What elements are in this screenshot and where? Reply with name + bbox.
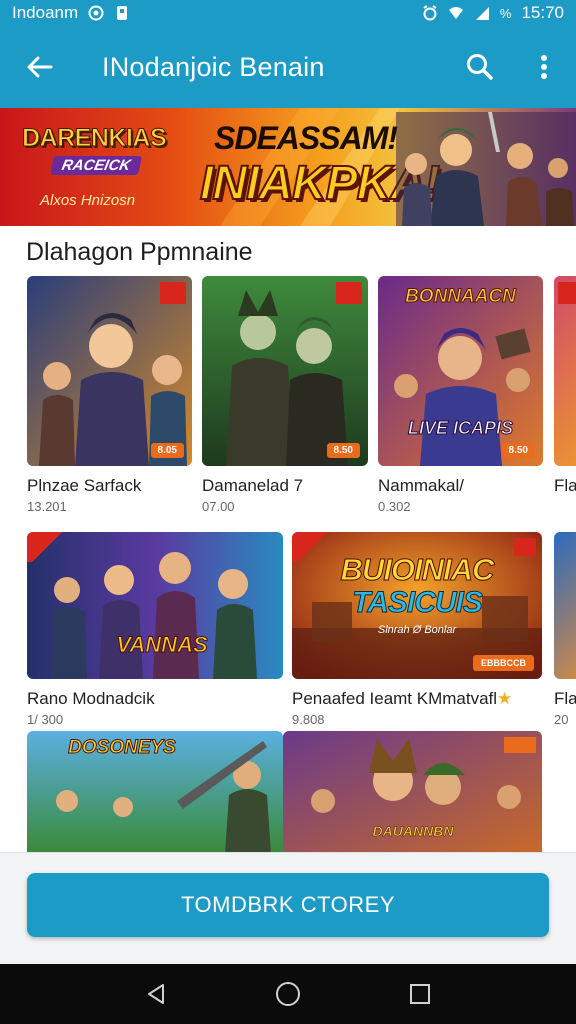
price-badge: EBBBCCB xyxy=(473,655,534,671)
nav-recents-button[interactable] xyxy=(400,974,440,1014)
nav-back-button[interactable] xyxy=(136,974,176,1014)
clock-label: 15:70 xyxy=(521,3,564,22)
game-title: Fla xyxy=(554,476,576,495)
price-badge: 8.50 xyxy=(501,443,535,458)
game-card[interactable]: 8.05 Plnzae Sarfack 13.201 xyxy=(27,276,192,514)
card-overlay-title: VANNAS xyxy=(116,632,208,658)
card-overlay-subtitle: LIVE ICAPIS xyxy=(407,418,514,439)
nav-back-icon xyxy=(148,984,164,1004)
banner-logo-subtitle: RACEICK xyxy=(49,156,143,175)
game-thumbnail: 8.05 xyxy=(27,276,192,466)
game-card[interactable]: DAUANNBN xyxy=(283,731,542,853)
price-badge: 8.05 xyxy=(150,443,184,458)
carrier-label: Indoanm xyxy=(12,3,79,22)
game-title: Fla xyxy=(554,689,576,708)
battery-percent-label: % xyxy=(499,5,512,21)
banner-logo: DARENKIAS RACEICK xyxy=(21,122,182,184)
game-thumbnail xyxy=(554,276,576,466)
game-meta: 0.302 xyxy=(378,499,411,514)
signal-icon xyxy=(475,7,489,20)
clipboard-icon xyxy=(117,6,128,20)
nav-recents-icon xyxy=(410,984,430,1004)
card-overlay-title: BUIOINIAC xyxy=(340,552,495,588)
star-icon: ★ xyxy=(497,689,513,708)
game-thumbnail: DAUANNBN xyxy=(283,731,542,853)
nav-home-icon xyxy=(276,982,300,1006)
back-button[interactable] xyxy=(0,26,80,108)
card-overlay-subtitle: TASICUIS xyxy=(352,586,484,620)
game-art xyxy=(27,276,192,466)
game-meta: 13.201 xyxy=(27,499,67,514)
game-card[interactable]: 8.50 Damanelad 7 07.00 xyxy=(202,276,368,514)
card-overlay-title: BONNAACN xyxy=(405,286,517,308)
sale-ribbon xyxy=(336,282,362,304)
sale-ribbon xyxy=(160,282,186,304)
game-card[interactable]: BUIOINIAC TASICUIS Slnrah Ø Bonlar EBBBC… xyxy=(292,532,542,727)
app-bar: INodanjoic Benain xyxy=(0,26,576,108)
game-title: Rano Modnadcik xyxy=(27,689,155,708)
price-badge: 8.50 xyxy=(326,443,360,458)
game-meta: 07.00 xyxy=(202,499,235,514)
game-thumbnail: DOSONEYS xyxy=(27,731,283,853)
game-title: Penaafed Ieamt KMmatvafl★ xyxy=(292,689,513,708)
sale-ribbon xyxy=(27,532,67,562)
game-art xyxy=(202,276,368,466)
more-options-button[interactable] xyxy=(512,26,576,108)
badge-corner xyxy=(504,737,536,753)
arrow-left-icon xyxy=(27,56,53,78)
game-card[interactable]: Fla 20 xyxy=(554,532,576,727)
banner-heroes-art xyxy=(396,112,576,226)
card-overlay-caption: Slnrah Ø Bonlar xyxy=(377,624,457,636)
game-card[interactable]: Fla xyxy=(554,276,576,496)
section-title: Dlahagon Ppmnaine xyxy=(26,238,253,266)
badge-corner xyxy=(514,538,536,556)
nav-home-button[interactable] xyxy=(268,974,308,1014)
status-bar: Indoanm % 15:70 xyxy=(0,0,576,26)
game-title: Nammakal/ xyxy=(378,476,464,495)
game-thumbnail: BONNAACN LIVE ICAPIS 8.50 xyxy=(378,276,543,466)
wifi-icon xyxy=(448,7,463,19)
game-thumbnail xyxy=(554,532,576,679)
card-overlay-title: DOSONEYS xyxy=(68,737,177,759)
banner-headline-small: SDEASSAM! xyxy=(214,120,398,156)
game-thumbnail: VANNAS xyxy=(27,532,283,679)
more-vertical-icon xyxy=(541,55,547,79)
search-button[interactable] xyxy=(448,26,512,108)
banner-logo-title: DARENKIAS xyxy=(21,124,167,153)
record-icon xyxy=(88,5,104,21)
game-thumbnail: BUIOINIAC TASICUIS Slnrah Ø Bonlar EBBBC… xyxy=(292,532,542,679)
promo-banner[interactable]: DARENKIAS RACEICK Alxos Hnizosn SDEASSAM… xyxy=(0,108,576,226)
page-title: INodanjoic Benain xyxy=(102,51,325,82)
game-thumbnail: 8.50 xyxy=(202,276,368,466)
system-nav-bar xyxy=(0,964,576,1024)
game-meta: 20 xyxy=(554,712,569,727)
alarm-icon xyxy=(423,5,437,21)
game-title: Damanelad 7 xyxy=(202,476,304,495)
banner-tagline: Alxos Hnizosn xyxy=(40,192,136,209)
game-meta: 9.808 xyxy=(292,712,325,727)
primary-action-button[interactable]: TOMDBRK CTOREY xyxy=(27,873,549,937)
game-meta: 1/ 300 xyxy=(27,712,64,727)
search-icon xyxy=(467,54,493,80)
game-card[interactable]: BONNAACN LIVE ICAPIS 8.50 Nammakal/ 0.30… xyxy=(378,276,543,514)
game-card[interactable]: DOSONEYS xyxy=(27,731,283,853)
card-overlay-title: DAUANNBN xyxy=(372,823,454,840)
game-card[interactable]: VANNAS Rano Modnadcik 1/ 300 xyxy=(27,532,283,727)
sale-ribbon xyxy=(558,282,576,304)
game-title: Plnzae Sarfack xyxy=(27,476,142,495)
